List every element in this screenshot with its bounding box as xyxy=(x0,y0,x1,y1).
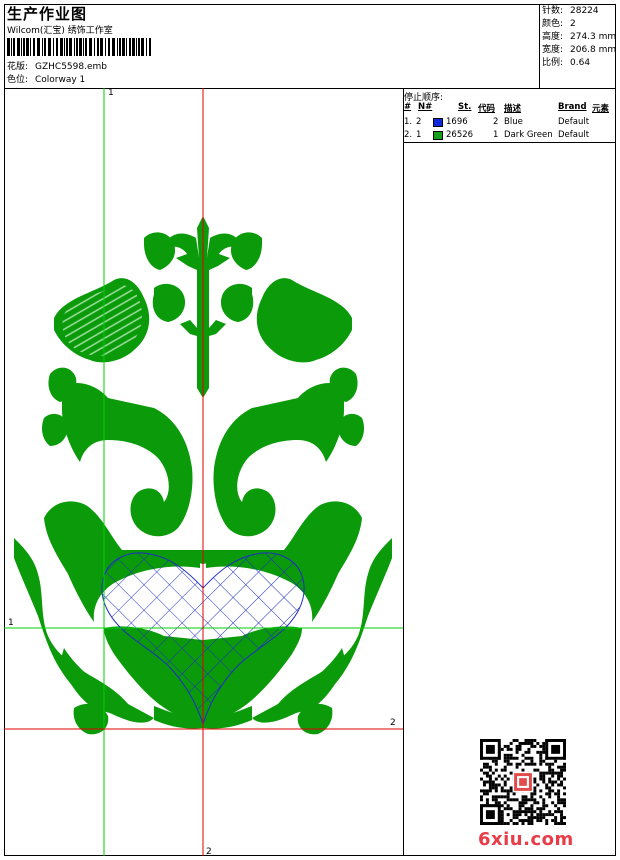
column-header: Brand xyxy=(558,102,587,112)
design-file-row: 花版: GZHC5598.emb xyxy=(7,62,107,72)
stat-label: 宽度: xyxy=(542,45,564,55)
design-canvas xyxy=(4,88,403,856)
row-needle: 1 xyxy=(416,130,422,140)
axis-label-green-horizontal: 1 xyxy=(8,618,14,628)
axis-label-green-vertical: 1 xyxy=(108,88,114,98)
stat-row: 针数: 28224 xyxy=(542,6,599,17)
stat-value: 274.3 mm xyxy=(570,32,617,42)
row-description: Blue xyxy=(504,117,523,127)
row-code: 2 xyxy=(493,117,499,127)
stat-row: 颜色: 2 xyxy=(542,19,576,30)
stat-row: 宽度: 206.8 mm xyxy=(542,45,616,56)
stat-row: 比例: 0.64 xyxy=(542,58,590,69)
axis-label-red-vertical: 2 xyxy=(206,847,212,857)
site-watermark: 6xiu.com xyxy=(478,829,574,850)
stat-value: 206.8 mm xyxy=(570,45,617,55)
axis-label-red-horizontal: 2 xyxy=(390,718,396,728)
row-brand: Default xyxy=(558,117,590,127)
stat-label: 颜色: xyxy=(542,19,564,29)
column-header: # xyxy=(404,102,412,112)
colorway-row: 色位: Colorway 1 xyxy=(7,75,86,85)
column-header: 元素 xyxy=(592,104,610,114)
barcode-icon xyxy=(7,38,151,56)
stat-row: 高度: 274.3 mm xyxy=(542,32,616,43)
color-swatch xyxy=(433,118,443,127)
row-stitches: 1696 xyxy=(446,117,468,127)
row-description: Dark Green xyxy=(504,130,553,140)
color-swatch xyxy=(433,131,443,140)
stats-divider xyxy=(539,4,540,88)
page-title: 生产作业图 xyxy=(7,5,88,23)
row-index: 1. xyxy=(404,117,413,127)
column-header: 描述 xyxy=(504,104,522,114)
column-header: St. xyxy=(458,102,472,112)
row-brand: Default xyxy=(558,130,590,140)
column-header: N# xyxy=(418,102,433,112)
row-needle: 2 xyxy=(416,117,422,127)
column-header: 代码 xyxy=(478,104,496,114)
design-file-value: GZHC5598.emb xyxy=(35,62,107,72)
row-stitches: 26526 xyxy=(446,130,474,140)
stat-label: 比例: xyxy=(542,58,564,68)
stat-value: 0.64 xyxy=(570,58,591,68)
stat-label: 针数: xyxy=(542,6,564,16)
qr-code-icon xyxy=(480,739,566,825)
studio-subtitle: Wilcom(汇宝) 绣饰工作室 xyxy=(7,26,113,36)
stop-table-divider xyxy=(403,142,616,143)
stat-label: 高度: xyxy=(542,32,564,42)
row-index: 2. xyxy=(404,130,413,140)
stat-value: 28224 xyxy=(570,6,599,16)
colorway-value: Colorway 1 xyxy=(35,75,86,85)
stat-value: 2 xyxy=(570,19,576,29)
row-code: 1 xyxy=(493,130,499,140)
